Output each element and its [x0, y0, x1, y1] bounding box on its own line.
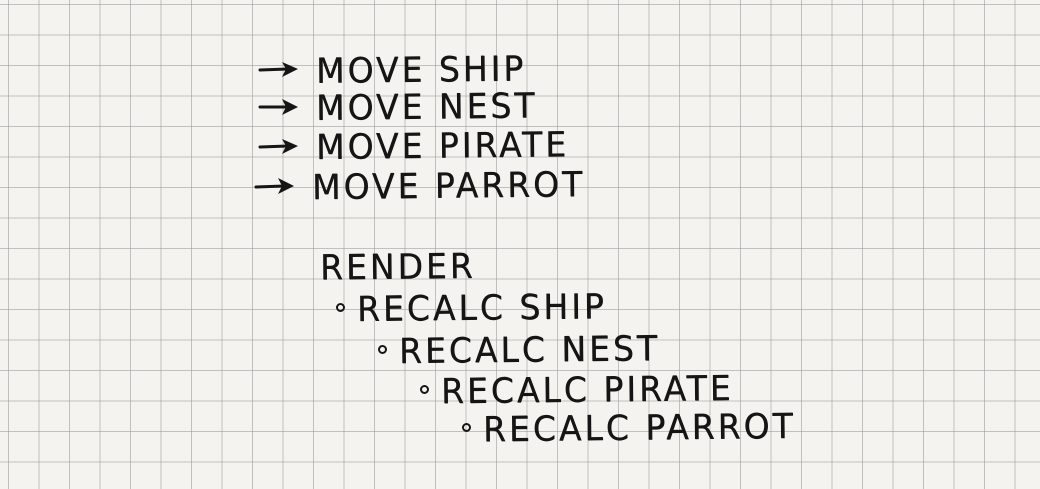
recalc-label: RECALC SHIP [356, 285, 607, 330]
move-item: MOVE PIRATE [258, 123, 570, 168]
arrow-icon [258, 61, 298, 77]
bullet-icon [336, 303, 345, 312]
recalc-label: RECALC PIRATE [440, 367, 734, 412]
recalc-label: RECALC PARROT [482, 405, 796, 450]
render-heading-line: RENDER [319, 245, 476, 288]
recalc-step: RECALC SHIP [336, 285, 607, 330]
bullet-icon [462, 423, 471, 432]
recalc-step: RECALC NEST [378, 327, 661, 372]
move-item: MOVE NEST [258, 84, 538, 129]
move-label: MOVE PARROT [311, 163, 586, 208]
render-heading: RENDER [319, 245, 476, 288]
arrow-icon [254, 177, 294, 194]
recalc-label: RECALC NEST [398, 327, 661, 372]
move-item: MOVE PARROT [254, 163, 586, 208]
arrow-icon [258, 98, 298, 115]
bullet-icon [378, 345, 387, 354]
graph-paper-note: MOVE SHIP MOVE NEST MOVE PIRATE MOVE PAR… [0, 0, 1040, 489]
recalc-step: RECALC PIRATE [420, 367, 734, 412]
bullet-icon [420, 385, 429, 394]
recalc-step: RECALC PARROT [462, 405, 796, 450]
move-label: MOVE NEST [315, 84, 538, 129]
arrow-icon [258, 138, 298, 154]
move-label: MOVE PIRATE [315, 123, 570, 168]
move-item: MOVE SHIP [258, 48, 526, 91]
